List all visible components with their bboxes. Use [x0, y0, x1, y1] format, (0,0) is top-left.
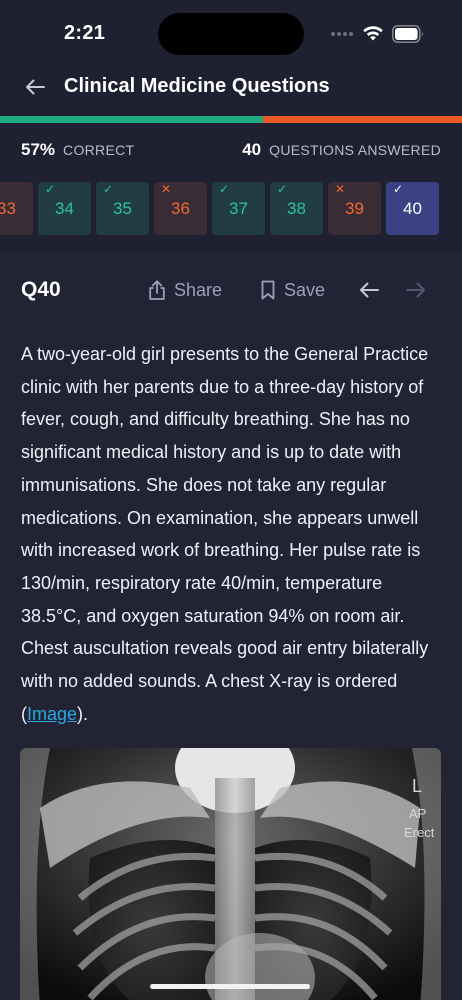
answered-stat: 40 QUESTIONS ANSWERED	[242, 140, 441, 160]
answered-count: 40	[242, 140, 262, 159]
cellular-signal-icon	[331, 32, 353, 36]
question-number: Q40	[21, 278, 61, 301]
previous-question-icon[interactable]	[357, 278, 381, 302]
save-button[interactable]: Save	[259, 279, 325, 301]
header: Clinical Medicine Questions	[0, 62, 462, 114]
check-icon: ✓	[393, 182, 404, 196]
correct-label: CORRECT	[63, 142, 135, 158]
check-icon: ✓	[103, 182, 114, 196]
xray-graphic	[20, 748, 441, 1000]
question-text-end: ).	[77, 703, 89, 724]
question-chip[interactable]: ✓ 37	[212, 182, 265, 235]
score-progress-bar	[0, 116, 462, 123]
answered-label: QUESTIONS ANSWERED	[269, 142, 441, 158]
share-label: Share	[174, 279, 223, 300]
question-chip[interactable]: ✓ 38	[270, 182, 323, 235]
battery-icon	[392, 25, 423, 43]
question-chip[interactable]: ✕ 39	[328, 182, 381, 235]
question-chip[interactable]: ✕ 36	[154, 182, 207, 235]
stats-row: 57% CORRECT 40 QUESTIONS ANSWERED	[0, 138, 462, 164]
check-icon: ✓	[45, 182, 56, 196]
page-title: Clinical Medicine Questions	[64, 75, 330, 97]
question-navigator: 33 ✓ 34 ✓ 35 ✕ 36 ✓ 37 ✓ 38 ✕ 39 ✓ 40	[0, 182, 439, 236]
back-arrow-icon[interactable]	[22, 74, 48, 100]
question-chip[interactable]: ✓ 34	[38, 182, 91, 235]
question-stem: A two-year-old girl presents to the Gene…	[21, 338, 446, 730]
xray-view-label: AP	[409, 806, 427, 821]
question-chip-number: 39	[345, 198, 364, 218]
share-icon	[149, 280, 165, 300]
check-icon: ✓	[219, 182, 230, 196]
question-chip[interactable]: 33	[0, 182, 33, 235]
question-text: A two-year-old girl presents to the Gene…	[21, 344, 429, 724]
question-toolbar: Q40 Share Save	[0, 254, 462, 326]
cross-icon: ✕	[161, 182, 172, 196]
status-time: 2:21	[64, 22, 106, 44]
check-icon: ✓	[277, 182, 288, 196]
question-chip[interactable]: ✓ 35	[96, 182, 149, 235]
question-chip[interactable]: ✓ 40	[386, 182, 439, 235]
question-chip-number: 34	[55, 198, 74, 218]
score-progress-fill	[0, 116, 264, 123]
correct-stat: 57% CORRECT	[21, 140, 134, 160]
xray-position-label: Erect	[404, 825, 435, 840]
status-bar: 2:21	[0, 0, 462, 60]
save-label: Save	[284, 279, 326, 300]
cross-icon: ✕	[335, 182, 346, 196]
question-chip-number: 33	[0, 198, 16, 218]
question-chip-number: 35	[113, 198, 132, 218]
image-link[interactable]: Image	[27, 704, 77, 724]
question-panel: Q40 Share Save A two-year-old girl prese…	[0, 254, 462, 1000]
bookmark-icon	[261, 280, 275, 300]
wifi-icon	[363, 26, 383, 41]
question-chip-number: 36	[171, 198, 190, 218]
next-question-icon[interactable]	[404, 278, 428, 302]
dynamic-island	[158, 13, 304, 55]
question-chip-number: 40	[403, 198, 422, 218]
question-chip-number: 37	[229, 198, 248, 218]
chest-xray-image[interactable]: L AP Erect	[20, 748, 441, 1000]
question-chip-number: 38	[287, 198, 306, 218]
share-button[interactable]: Share	[147, 279, 222, 301]
home-indicator[interactable]	[150, 984, 310, 989]
xray-side-marker: L	[412, 776, 423, 796]
percent-correct: 57%	[21, 140, 56, 159]
